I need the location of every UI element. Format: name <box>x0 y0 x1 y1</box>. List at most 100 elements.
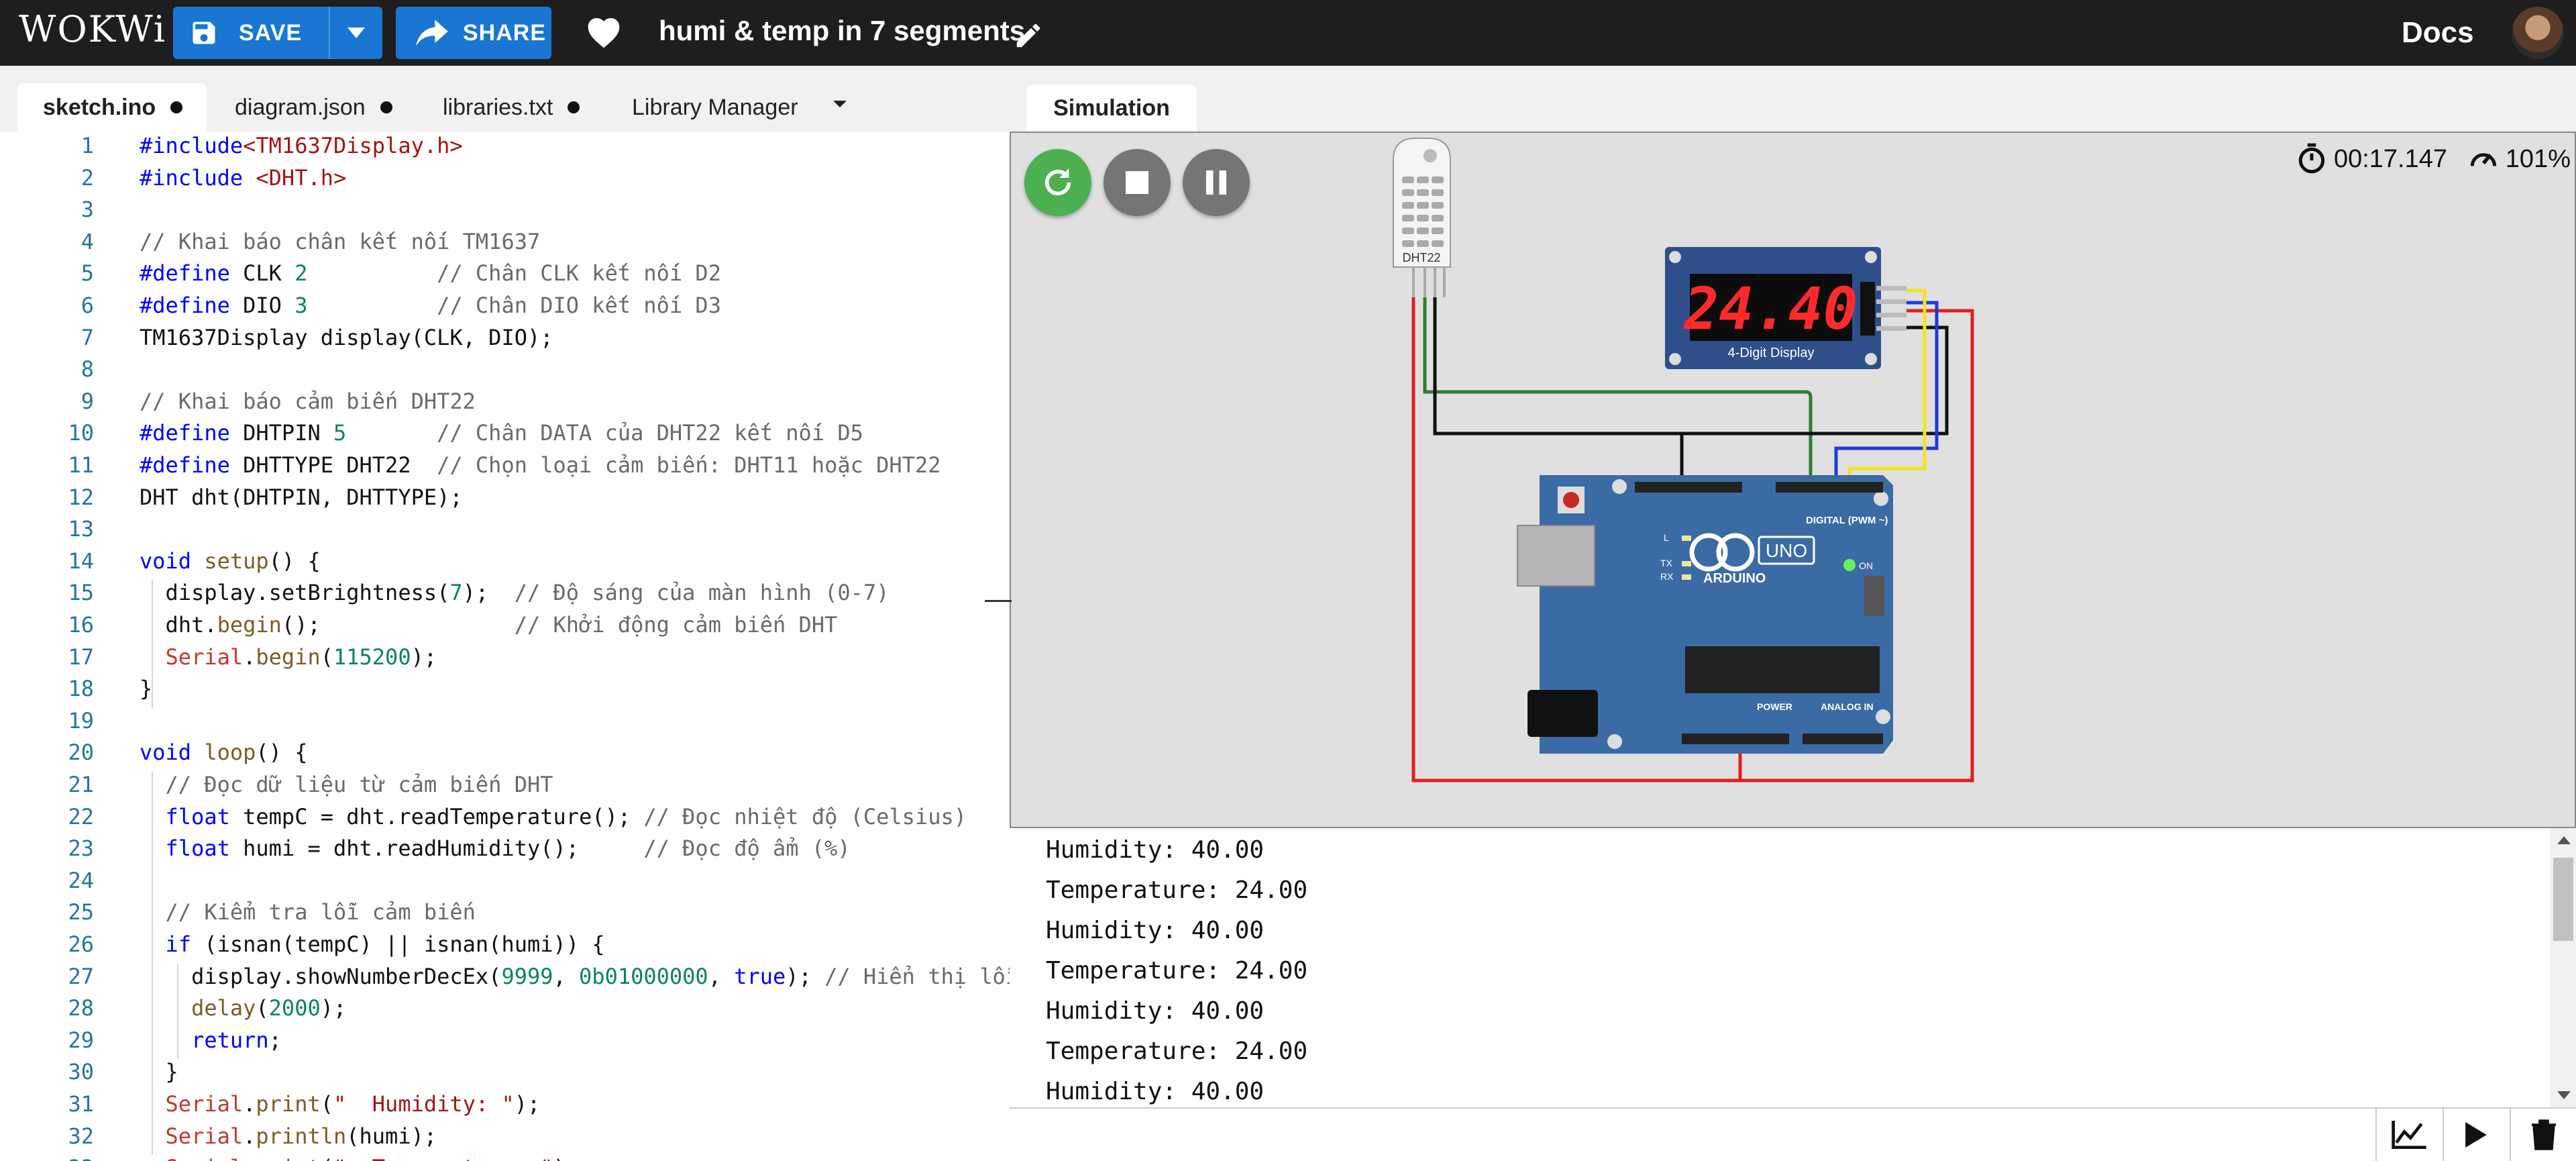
simulation-tab-bar: Simulation <box>1010 66 2576 132</box>
docs-link[interactable]: Docs <box>2402 16 2474 50</box>
line-number: 20 <box>68 740 94 766</box>
user-avatar[interactable] <box>2512 7 2564 59</box>
code-text: } <box>140 1059 178 1085</box>
code-line[interactable]: 19 <box>0 708 1010 740</box>
arduino-uno-board[interactable]: DIGITAL (PWM ~) ARDUINO UNO ON L TX RX P… <box>1517 475 1893 754</box>
code-line[interactable]: 4 // Khai báo chân kết nối TM1637 <box>0 229 1010 260</box>
serial-input[interactable] <box>1010 1109 2375 1161</box>
code-text: #include <DHT.h> <box>140 164 347 191</box>
code-text: float tempC = dht.readTemperature(); // … <box>165 803 967 829</box>
tab-libraries-txt[interactable]: libraries.txt <box>417 83 605 132</box>
code-text: dht.begin(); // Khởi động cảm biến DHT <box>140 612 838 638</box>
line-number: 26 <box>68 931 94 957</box>
code-text: return; <box>191 1027 282 1053</box>
unsaved-dot-icon <box>170 101 183 113</box>
code-line[interactable]: 5 #define CLK 2 // Chân CLK kết nối D2 <box>0 260 1010 292</box>
code-line[interactable]: 33 Serial.print(" Temperature: "); <box>0 1155 1010 1161</box>
line-number: 6 <box>80 293 94 318</box>
save-options-button[interactable] <box>329 7 382 59</box>
dht22-label: DHT22 <box>1402 251 1440 264</box>
code-text: #define CLK 2 // Chân CLK kết nối D2 <box>140 260 721 287</box>
code-editor[interactable]: 1 #include<TM1637Display.h> 2 #include <DHT… <box>0 132 1010 1161</box>
code-text: #define DHTTYPE DHT22 // Chọn loại cảm b… <box>140 452 941 478</box>
line-number: 9 <box>80 388 94 414</box>
top-bar: WOKWi SAVE SHARE humi & temp in 7 segmen… <box>0 0 2576 66</box>
tab-diagram-json[interactable]: diagram.json <box>209 83 411 132</box>
code-line[interactable]: 10 #define DHTPIN 5 // Chân DATA của DHT2… <box>0 420 1010 452</box>
scroll-up-arrow-icon[interactable] <box>2557 836 2571 844</box>
serial-scrollbar[interactable] <box>2551 828 2576 1107</box>
save-button[interactable]: SAVE <box>173 7 329 59</box>
code-line[interactable]: 14 void setup() { <box>0 548 1010 580</box>
code-line[interactable]: 1 #include<TM1637Display.h> <box>0 133 1010 164</box>
line-number: 8 <box>80 356 94 383</box>
tab-library-manager[interactable]: Library Manager <box>606 83 828 132</box>
code-line[interactable]: 13 <box>0 516 1010 548</box>
line-number: 28 <box>68 995 94 1021</box>
code-line[interactable]: 8 <box>0 356 1010 388</box>
chevron-down-icon[interactable] <box>832 99 848 109</box>
code-text: } <box>140 676 153 702</box>
plotter-button[interactable] <box>2375 1109 2441 1161</box>
code-line[interactable]: 3 <box>0 197 1010 228</box>
pencil-icon[interactable] <box>1013 20 1044 51</box>
tab-sketch-ino[interactable]: sketch.ino <box>17 83 207 132</box>
line-number: 4 <box>80 228 94 254</box>
tab-simulation[interactable]: Simulation <box>1026 85 1197 132</box>
save-label: SAVE <box>239 19 303 46</box>
pane-splitter-handle[interactable] <box>985 600 1012 602</box>
l-led-label: L <box>1664 532 1669 543</box>
code-line[interactable]: 11 #define DHTTYPE DHT22 // Chọn loại cảm… <box>0 452 1010 484</box>
code-text: // Khai báo cảm biến DHT22 <box>140 388 476 414</box>
scroll-down-arrow-icon[interactable] <box>2557 1091 2571 1099</box>
code-text: if (isnan(tempC) || isnan(humi)) { <box>165 931 605 957</box>
analog-label: ANALOG IN <box>1821 701 1874 712</box>
serial-monitor[interactable]: Humidity: 40.00 Temperature: 24.00 Humid… <box>1010 828 2576 1107</box>
code-text: #include<TM1637Display.h> <box>140 133 463 158</box>
line-number: 24 <box>68 867 94 893</box>
code-text: TM1637Display display(CLK, DIO); <box>140 324 553 350</box>
line-number: 7 <box>80 324 94 350</box>
code-text: delay(2000); <box>191 995 347 1021</box>
code-line[interactable]: 12 DHT dht(DHTPIN, DHTTYPE); <box>0 485 1010 516</box>
wokwi-logo[interactable]: WOKWi <box>19 8 166 50</box>
line-number: 3 <box>80 197 94 223</box>
code-text: float humi = dht.readHumidity(); // Đọc … <box>165 836 851 862</box>
play-icon <box>2465 1122 2487 1148</box>
circuit-diagram: DHT22 24.40 4-Digit Display DIGITAL (PWM… <box>1393 138 1974 783</box>
play-button[interactable] <box>2443 1109 2508 1161</box>
line-number: 15 <box>68 580 94 606</box>
unsaved-dot-icon <box>380 101 392 113</box>
simulation-canvas[interactable]: 00:17.147 101% DHT22 24.40 4-Digit Displ… <box>1010 132 2576 828</box>
scrollbar-thumb[interactable] <box>2553 858 2573 941</box>
tm1637-display[interactable]: 24.40 4-Digit Display <box>1665 247 1907 369</box>
code-line[interactable]: 20 void loop() { <box>0 740 1010 771</box>
heart-icon[interactable] <box>585 15 623 50</box>
code-text: display.setBrightness(7); // Độ sáng của… <box>140 580 890 606</box>
rx-label: RX <box>1660 571 1674 582</box>
serial-line: Humidity: 40.00 <box>1046 917 1265 944</box>
chevron-down-icon <box>347 28 365 38</box>
project-title[interactable]: humi & temp in 7 segments <box>659 15 1025 47</box>
code-line[interactable]: 7 TM1637Display display(CLK, DIO); <box>0 325 1010 356</box>
serial-line: Humidity: 40.00 <box>1046 836 1265 864</box>
line-number: 23 <box>68 836 94 862</box>
line-number: 25 <box>68 899 94 925</box>
clear-button[interactable] <box>2510 1109 2576 1161</box>
code-text: void setup() { <box>140 548 321 574</box>
line-number: 13 <box>68 516 94 542</box>
display-digits: 24.40 <box>1683 276 1858 343</box>
code-text: // Khai báo chân kết nối TM1637 <box>140 228 541 254</box>
code-line[interactable]: 9 // Khai báo cảm biến DHT22 <box>0 389 1010 420</box>
code-line[interactable]: 6 #define DIO 3 // Chân DIO kết nối D3 <box>0 293 1010 324</box>
share-button[interactable]: SHARE <box>396 7 551 59</box>
tab-label: diagram.json <box>235 94 366 120</box>
code-text: display.showNumberDecEx(9999, 0b01000000… <box>140 963 1010 989</box>
code-line[interactable]: 2 #include <DHT.h> <box>0 165 1010 197</box>
code-text: Serial.print(" Humidity: "); <box>165 1091 541 1117</box>
serial-input-bar <box>1010 1107 2576 1161</box>
serial-line: Temperature: 24.00 <box>1046 876 1308 904</box>
code-text: Serial.begin(115200); <box>165 644 437 670</box>
dht22-sensor[interactable]: DHT22 <box>1393 138 1451 297</box>
line-number: 18 <box>68 676 94 702</box>
